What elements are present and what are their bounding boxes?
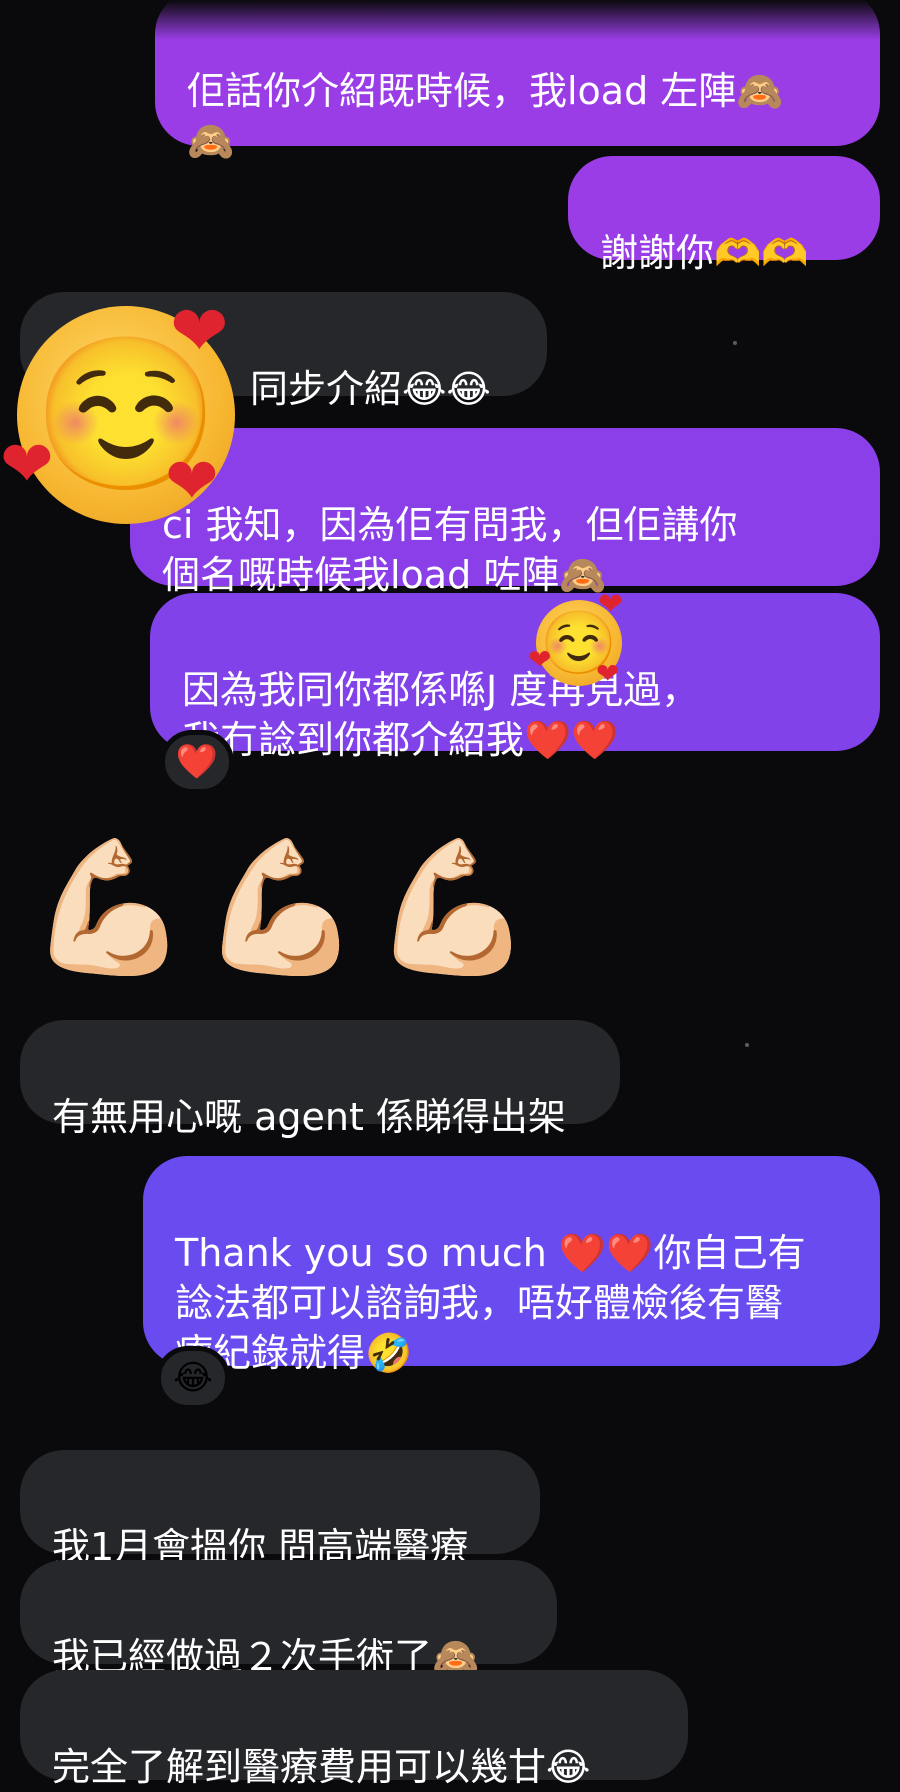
heart-icon: ❤ [165,445,219,519]
reaction-badge[interactable]: ❤️ [160,730,234,794]
message-bubble-outgoing[interactable]: Thank you so much ❤️❤️你自己有 諗法都可以諮詢我，唔好體檢… [143,1156,880,1375]
heart-icon: ❤️ [175,742,219,782]
message-bubble-incoming[interactable]: 有無用心嘅 agent 係睇得出架 [20,1020,620,1139]
heart-icon: ❤ [598,587,624,622]
message-bubble-outgoing[interactable]: 因為我同你都係喺J 度再見過， 我冇諗到你都介紹我❤️❤️ [150,593,880,762]
message-bubble-outgoing[interactable]: 謝謝你🫶🫶 [568,156,880,275]
message-text: 完全了解到醫療費用可以幾甘😂 [52,1745,591,1789]
heart-icon: ❤ [170,290,229,372]
smiling-face-with-hearts-sticker[interactable]: ☺️ ❤ ❤ ❤ [528,590,632,694]
message-text: 同步介紹😂😂 [250,367,491,411]
message-text: 佢話你介紹既時候，我load 左陣🙈 🙈 [187,69,784,163]
smiling-face-with-hearts-sticker[interactable]: ☺️ ❤ ❤ ❤ [0,290,245,538]
message-bubble-incoming[interactable]: 完全了解到醫療費用可以幾甘😂 [20,1670,688,1789]
message-text: 謝謝你🫶🫶 [600,231,809,275]
message-text: Thank you so much ❤️❤️你自己有 諗法都可以諮詢我，唔好體檢… [175,1231,806,1375]
message-text: ci 我知，因為佢有問我，但佢講你 個名嘅時候我load 咗陣🙈 [162,503,738,597]
heart-icon: ❤ [528,643,552,676]
heart-icon: ❤ [0,428,54,502]
divider-dot [733,341,737,345]
flexed-biceps-icon: 💪🏻💪🏻💪🏻 [28,831,544,983]
reaction-badge[interactable]: 😂 [156,1346,230,1410]
message-bubble-incoming[interactable]: 我已經做過２次手術了🙈 [20,1560,557,1679]
emoji-message[interactable]: 💪🏻💪🏻💪🏻 [28,842,544,972]
message-text: 有無用心嘅 agent 係睇得出架 [52,1095,566,1139]
message-bubble-incoming[interactable]: 我1月會搵你 問高端醫療 [20,1450,540,1569]
laughing-face-icon: 😂 [173,1358,213,1398]
heart-icon: ❤ [596,657,620,690]
message-bubble-outgoing[interactable]: 佢話你介紹既時候，我load 左陣🙈 🙈 [155,0,880,163]
divider-dot [745,1043,749,1047]
